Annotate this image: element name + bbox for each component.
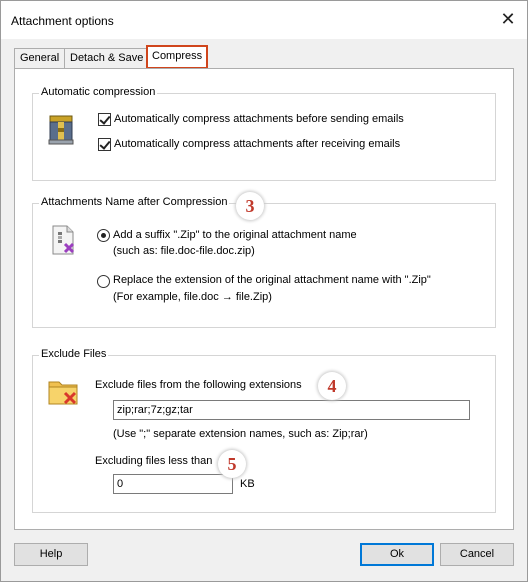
compress-before-sending-label[interactable]: Automatically compress attachments befor… <box>114 113 404 125</box>
add-suffix-label[interactable]: Add a suffix ".Zip" to the original atta… <box>113 229 357 241</box>
add-suffix-radio[interactable] <box>97 229 110 242</box>
exclude-extensions-hint: (Use ";" separate extension names, such … <box>113 428 368 440</box>
attachment-options-dialog: Attachment options ✕ General Detach & Sa… <box>0 0 528 582</box>
ok-button[interactable]: Ok <box>360 543 434 566</box>
close-icon[interactable]: ✕ <box>497 9 519 31</box>
size-unit-label: KB <box>240 478 255 490</box>
exclude-files-label: Exclude Files <box>39 348 109 360</box>
compress-after-receiving-checkbox[interactable] <box>98 138 111 151</box>
title-bar: Attachment options ✕ <box>1 1 527 39</box>
replace-extension-radio[interactable] <box>97 275 110 288</box>
window-title: Attachment options <box>11 14 114 28</box>
step-marker-3: 3 <box>236 192 264 220</box>
automatic-compression-group: Automatic compression Automatically comp… <box>32 86 496 181</box>
exclude-extensions-label: Exclude files from the following extensi… <box>95 379 302 391</box>
tab-detach-save[interactable]: Detach & Save <box>64 48 147 69</box>
folder-exclude-icon <box>48 381 78 405</box>
compress-before-sending-checkbox[interactable] <box>98 113 111 126</box>
cancel-button[interactable]: Cancel <box>440 543 514 566</box>
automatic-compression-label: Automatic compression <box>39 86 158 98</box>
zip-document-icon <box>52 225 75 255</box>
exclude-extensions-input[interactable]: zip;rar;7z;gz;tar <box>113 400 470 420</box>
help-button[interactable]: Help <box>14 543 88 566</box>
step-marker-5: 5 <box>218 450 246 478</box>
add-suffix-example: (such as: file.doc-file.doc.zip) <box>113 245 255 257</box>
step-marker-4: 4 <box>318 372 346 400</box>
name-after-compression-group: Attachments Name after Compression Add a… <box>32 196 496 328</box>
compress-after-receiving-label[interactable]: Automatically compress attachments after… <box>114 138 400 150</box>
tab-general[interactable]: General <box>14 48 65 69</box>
replace-extension-example: (For example, file.doc → file.Zip) <box>113 291 272 303</box>
replace-extension-label[interactable]: Replace the extension of the original at… <box>113 274 431 286</box>
compress-panel: Automatic compression Automatically comp… <box>14 68 514 530</box>
exclude-size-input[interactable]: 0 <box>113 474 233 494</box>
exclude-size-label: Excluding files less than <box>95 455 213 467</box>
exclude-files-group: Exclude Files Exclude files from the fol… <box>32 348 496 513</box>
archive-icon <box>48 115 74 145</box>
name-after-compression-label: Attachments Name after Compression <box>39 196 230 208</box>
tab-compress[interactable]: Compress <box>146 45 208 69</box>
